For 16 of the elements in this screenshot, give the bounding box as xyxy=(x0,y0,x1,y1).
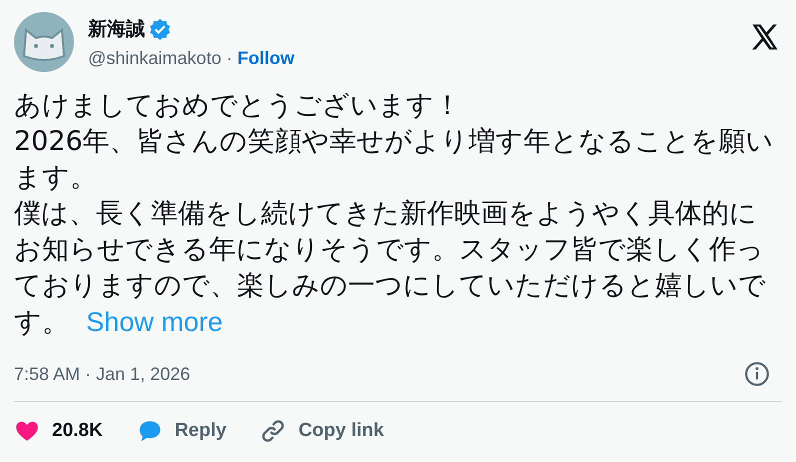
tweet-text: 2026年、皆さんの笑顔や幸せがより増す年となることを願います。 xyxy=(14,125,775,195)
cat-avatar-icon xyxy=(14,12,74,72)
verified-badge-icon xyxy=(149,18,171,40)
follow-link[interactable]: Follow xyxy=(237,48,294,69)
author-name: 新海誠 xyxy=(88,17,145,42)
x-logo-icon[interactable] xyxy=(750,22,780,52)
link-icon xyxy=(260,418,286,444)
separator-dot: · xyxy=(226,48,232,69)
info-icon[interactable] xyxy=(744,361,770,387)
tweet-text: あけましておめでとうございます！ xyxy=(14,89,462,123)
timestamp[interactable]: 7:58 AM · Jan 1, 2026 xyxy=(14,364,190,384)
reply-button[interactable]: Reply xyxy=(136,418,226,444)
like-button[interactable]: 20.8K xyxy=(14,418,103,444)
author-handle: @shinkaimakoto xyxy=(88,48,222,69)
copy-button[interactable]: Copy link xyxy=(260,418,384,444)
tweet-text: 僕は、長く準備をし続けてきた新作映画をようやく具体的にお知らせできる年になりそうです。スタッフ皆で楽しく作っておりますので、楽しみの一つにしていただけると嬉しいです。 Show more xyxy=(14,197,767,340)
